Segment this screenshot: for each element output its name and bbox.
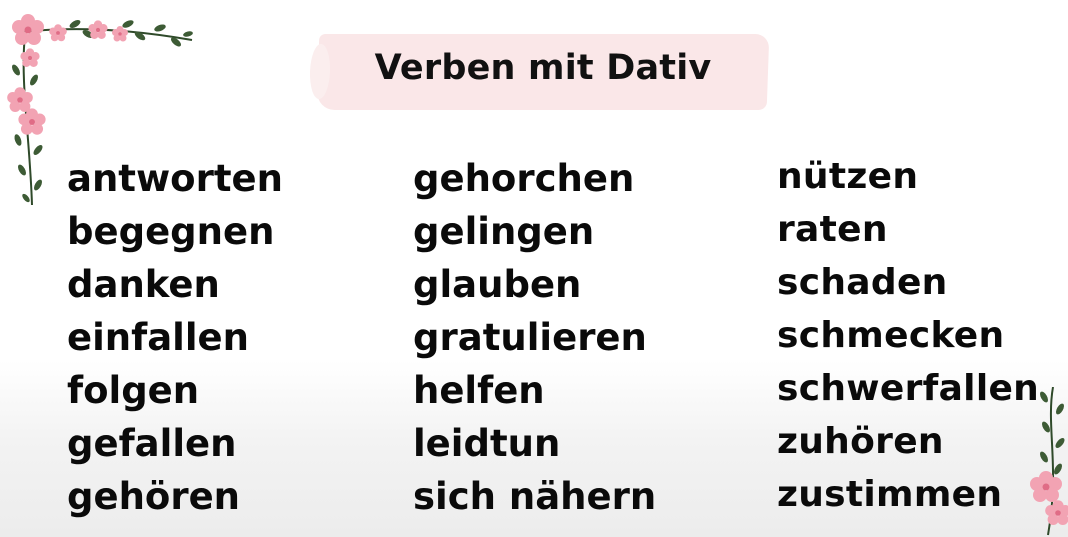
verb-item: schmecken xyxy=(777,315,1005,356)
verb-item: gratulieren xyxy=(413,316,647,359)
verb-column-2: gehorchen gelingen glauben gratulieren h… xyxy=(413,152,656,523)
verb-item: sich nähern xyxy=(413,475,657,518)
verb-item: danken xyxy=(67,263,220,306)
verb-item: helfen xyxy=(413,369,545,412)
verb-item: gehören xyxy=(67,475,241,518)
verb-item: antworten xyxy=(67,157,283,200)
verb-item: gefallen xyxy=(67,422,237,465)
verb-item: gelingen xyxy=(413,210,595,253)
verb-item: leidtun xyxy=(413,422,561,465)
verb-column-1: antworten begegnen danken einfallen folg… xyxy=(67,152,283,523)
slide: Verben mit Dativ antworten begegnen dank… xyxy=(0,0,1068,537)
verb-item: schaden xyxy=(777,262,948,303)
verb-item: glauben xyxy=(413,263,582,306)
page-title: Verben mit Dativ xyxy=(374,48,712,88)
verb-item: einfallen xyxy=(67,316,249,359)
verb-item: begegnen xyxy=(67,210,275,253)
floral-corner-bottom-right xyxy=(1030,387,1068,536)
verb-item: folgen xyxy=(67,369,200,412)
verb-item: gehorchen xyxy=(413,157,635,200)
verb-item: nützen xyxy=(777,156,919,197)
verb-item: raten xyxy=(777,209,888,250)
title-banner: Verben mit Dativ xyxy=(316,34,770,110)
